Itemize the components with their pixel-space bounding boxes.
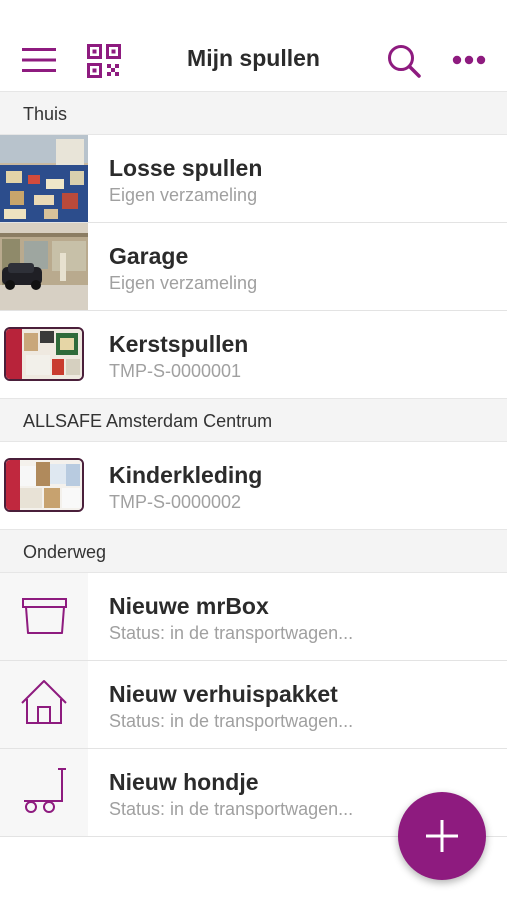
item-name: Garage [109, 243, 189, 269]
plus-icon [426, 820, 458, 852]
item-name: Kerstspullen [109, 331, 249, 357]
thumbnail [0, 749, 88, 836]
thumbnail [0, 661, 88, 748]
top-bar: Mijn spullen [0, 0, 507, 92]
photo-box-clothes [4, 458, 84, 512]
item-name: Losse spullen [109, 155, 263, 181]
section-header-thuis: Thuis [0, 91, 507, 135]
list-item-kinderkleding[interactable]: Kinderkleding TMP-S-0000002 [0, 442, 507, 530]
item-name: Nieuw verhuispakket [109, 681, 338, 707]
box-icon [22, 598, 67, 634]
section-header-allsafe: ALLSAFE Amsterdam Centrum [0, 398, 507, 442]
add-button[interactable] [398, 792, 486, 880]
list-item-nieuw-verhuispakket[interactable]: Nieuw verhuispakket Status: in de transp… [0, 661, 507, 749]
item-name: Nieuw hondje [109, 769, 259, 795]
item-subtitle: Status: in de transportwagen... [109, 623, 354, 643]
house-icon [21, 680, 67, 724]
page-title: Mijn spullen [187, 45, 320, 71]
list-item-kerstspullen[interactable]: Kerstspullen TMP-S-0000001 [0, 311, 507, 399]
hand-truck-icon [24, 768, 66, 813]
list-item-losse-spullen[interactable]: Losse spullen Eigen verzameling [0, 135, 507, 223]
item-subtitle: Eigen verzameling [109, 185, 258, 205]
section-label: ALLSAFE Amsterdam Centrum [23, 411, 273, 431]
item-subtitle: Eigen verzameling [109, 273, 258, 293]
search-icon[interactable] [386, 43, 422, 79]
photo-garage [0, 223, 88, 310]
photo-box-christmas [4, 327, 84, 381]
section-label: Onderweg [23, 542, 107, 562]
item-subtitle: TMP-S-0000001 [109, 361, 242, 381]
more-icon[interactable] [452, 52, 486, 68]
item-subtitle: Status: in de transportwagen... [109, 711, 354, 731]
thumbnail [0, 573, 88, 660]
section-header-onderweg: Onderweg [0, 529, 507, 573]
list-item-nieuwe-mrbox[interactable]: Nieuwe mrBox Status: in de transportwage… [0, 573, 507, 661]
item-subtitle: TMP-S-0000002 [109, 492, 242, 512]
item-name: Kinderkleding [109, 462, 263, 488]
item-name: Nieuwe mrBox [109, 593, 269, 619]
section-label: Thuis [23, 104, 68, 124]
item-subtitle: Status: in de transportwagen... [109, 799, 354, 819]
list-item-garage[interactable]: Garage Eigen verzameling [0, 223, 507, 311]
photo-room [0, 135, 88, 222]
